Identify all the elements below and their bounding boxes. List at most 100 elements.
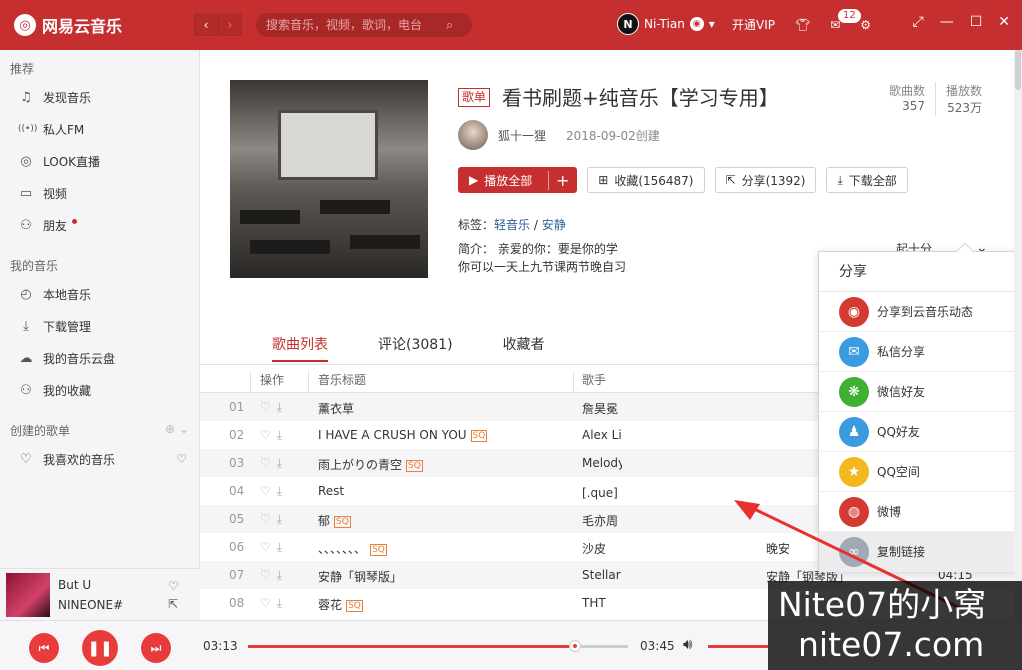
like-heart-icon[interactable]: ♡ [260,568,277,582]
sidebar-item-liked[interactable]: ♡ 我喜欢的音乐 ♡ [0,443,199,475]
collect-button[interactable]: ⊞ 收藏(156487) [587,167,705,193]
like-heart-icon[interactable]: ♡ [260,484,277,498]
artist-cell[interactable]: 沙皮 [582,540,622,557]
track-number: 02 [229,428,245,442]
song-title-cell[interactable]: 郁 SQ [318,512,568,529]
share-option-icon: ❋ [839,376,869,407]
share-option[interactable]: ◉ 分享到云音乐动态 [819,292,1022,332]
download-icon[interactable]: ⤓ [277,568,288,582]
search-icon[interactable]: ⌕ [446,18,453,33]
close-icon[interactable]: ✕ [998,14,1010,30]
caret-down-icon[interactable]: ▾ [709,17,715,31]
like-heart-icon[interactable]: ♡ [260,456,277,470]
song-title-cell[interactable]: 雨上がりの青空 SQ [318,456,568,473]
creator-avatar[interactable] [458,120,488,150]
download-icon[interactable]: ⤓ [277,484,288,498]
user-menu[interactable]: N Ni-Tian ◉ ▾ [617,13,715,35]
like-heart-icon[interactable]: ♡ [260,512,277,526]
col-artist[interactable]: 歌手 [582,371,606,388]
like-heart-icon[interactable]: ♡ [260,428,277,442]
sidebar-item-discover[interactable]: ♫ 发现音乐 [0,81,199,113]
tag-link[interactable]: 安静 [542,218,566,232]
user-name[interactable]: Ni-Tian [644,17,685,31]
add-to-queue-button[interactable]: + [548,170,576,190]
song-title-cell[interactable]: I HAVE A CRUSH ON YOU SQ [318,428,568,442]
tab-comments[interactable]: 评论(3081) [378,334,453,362]
next-button[interactable]: ⏭ [141,633,171,663]
like-heart-icon[interactable]: ♡ [260,540,277,554]
sidebar-item-collection[interactable]: ⚇ 我的收藏 [0,374,199,406]
download-icon[interactable]: ⤓ [277,400,288,414]
search-input[interactable] [266,18,446,32]
sidebar-item-local[interactable]: ◴ 本地音乐 [0,278,199,310]
sidebar-item-video[interactable]: ▭ 视频 [0,177,199,209]
volume-icon[interactable]: 🔊︎ [683,635,692,653]
heartbeat-mode-icon[interactable]: ♡ [176,452,187,466]
download-icon[interactable]: ⤓ [277,456,288,470]
minimize-icon[interactable]: — [940,14,954,30]
artist-cell[interactable]: 詹昊冕 [582,400,622,417]
song-title-cell[interactable]: 、、、、、、、 SQ [318,540,568,557]
artist-cell[interactable]: 毛亦周 [582,512,622,529]
now-playing-cover[interactable] [6,572,50,617]
open-vip-link[interactable]: 开通VIP [732,16,775,33]
sidebar-item-fm[interactable]: ((•)) 私人FM [0,113,199,145]
download-all-button[interactable]: ⤓ 下载全部 [826,167,908,193]
app-logo[interactable]: ◎ 网易云音乐 [14,13,122,37]
volume-slider[interactable] [708,645,768,648]
song-title-cell[interactable]: 薰衣草 [318,400,568,417]
share-small-icon[interactable]: ⇱ [168,597,179,611]
progress-knob[interactable] [568,640,581,652]
artist-cell[interactable]: THT [582,596,622,610]
tag-link[interactable]: 轻音乐 [494,218,530,232]
sq-badge: SQ [406,459,423,472]
tab-subscribers[interactable]: 收藏者 [503,334,545,362]
download-icon[interactable]: ⤓ [277,428,288,442]
forward-button[interactable]: › [218,14,242,36]
share-button[interactable]: ⇱ 分享(1392) [714,167,817,193]
progress-bar[interactable] [248,640,628,652]
mini-mode-icon[interactable]: ⤢ [913,14,924,30]
progress-fill [248,645,575,648]
artist-cell[interactable]: Stellar Lee [582,568,622,582]
skin-icon[interactable]: 👕︎ [795,18,810,32]
add-playlist-icon[interactable]: ⊕ [165,422,175,436]
share-option[interactable]: ★ QQ空间 [819,452,1022,492]
maximize-icon[interactable]: ☐ [970,14,983,30]
like-heart-icon[interactable]: ♡ [260,400,277,414]
now-playing-title: But U [58,577,92,592]
scrollbar[interactable] [1014,50,1022,620]
song-title-cell[interactable]: Rest [318,484,568,498]
back-button[interactable]: ‹ [194,14,218,36]
sidebar-item-downloads[interactable]: ⤓ 下载管理 [0,310,199,342]
artist-cell[interactable]: Melody [582,456,622,470]
artist-cell[interactable]: [.que] 杉 [582,484,622,501]
playlist-stats: 歌曲数 357 播放数 523万 [889,82,982,116]
scrollbar-thumb[interactable] [1015,50,1021,90]
download-icon[interactable]: ⤓ [277,512,288,526]
creator-name[interactable]: 狐十一狸 [498,127,546,144]
sidebar-item-cloud[interactable]: ☁ 我的音乐云盘 [0,342,199,374]
like-heart-icon[interactable]: ♡ [260,596,277,610]
now-playing-card[interactable]: But U NINEONE# ♡ ⇱ [0,568,200,620]
col-title[interactable]: 音乐标题 [318,371,366,388]
download-icon[interactable]: ⤓ [277,596,288,610]
play-all-button[interactable]: ▶ 播放全部 + [458,167,578,193]
user-avatar[interactable]: N [617,13,639,35]
tab-songs[interactable]: 歌曲列表 [272,334,328,362]
share-option[interactable]: ❋ 微信好友 [819,372,1022,412]
sidebar-item-friends[interactable]: ⚇ 朋友 [0,209,199,241]
share-option[interactable]: ✉ 私信分享 [819,332,1022,372]
like-heart-icon[interactable]: ♡ [168,579,179,593]
sidebar-item-look[interactable]: ◎ LOOK直播 [0,145,199,177]
download-icon[interactable]: ⤓ [277,540,288,554]
share-option[interactable]: ♟ QQ好友 [819,412,1022,452]
song-title-cell[interactable]: 蓉花 SQ [318,596,568,613]
artist-cell[interactable]: Alex Li [582,428,622,442]
pause-button[interactable]: ❚❚ [82,630,118,666]
previous-button[interactable]: ⏮ [29,633,59,663]
collapse-icon[interactable]: ⌄ [179,422,189,436]
search-box[interactable]: ⌕ [256,13,472,37]
settings-icon[interactable]: ⚙ [860,18,871,32]
song-title-cell[interactable]: 安静「钢琴版」 [318,568,568,585]
